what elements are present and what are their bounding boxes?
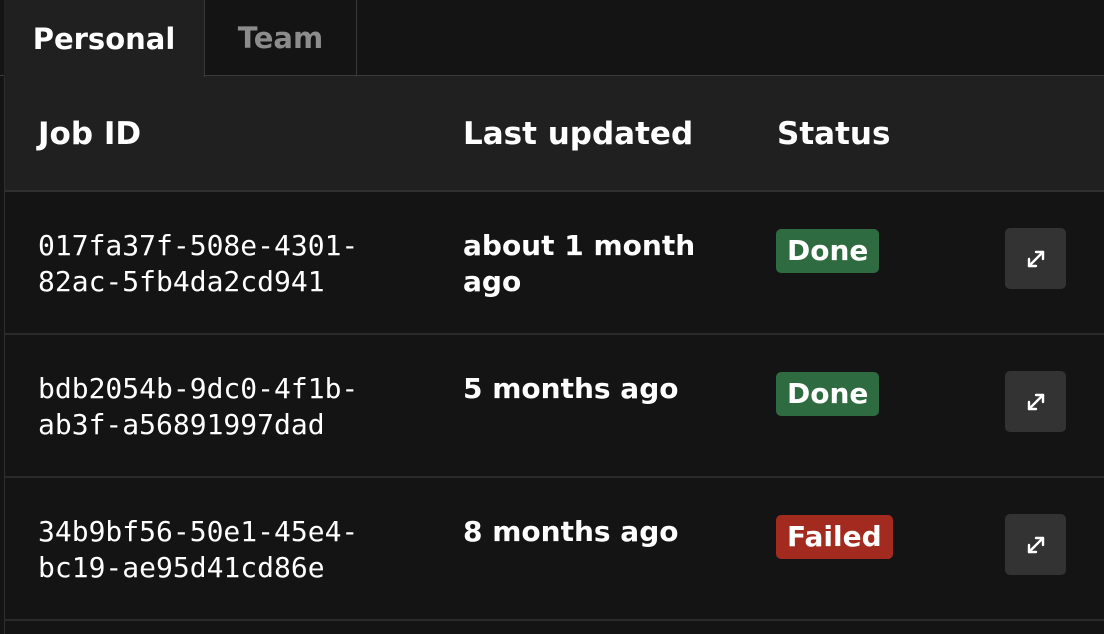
expand-button[interactable] (1005, 371, 1066, 432)
table-header: Job ID Last updated Status (5, 76, 1104, 192)
last-updated-cell: 5 months ago (463, 372, 679, 405)
expand-icon (1025, 391, 1047, 413)
job-id-line: 82ac-5fb4da2cd941 (38, 265, 325, 298)
table-row: 34b9bf56-50e1-45e4- bc19-ae95d41cd86e 8 … (5, 478, 1104, 621)
status-badge: Done (776, 372, 880, 416)
expand-button[interactable] (1005, 228, 1066, 289)
job-id-line: bc19-ae95d41cd86e (38, 551, 325, 584)
last-updated-cell: 8 months ago (463, 515, 679, 548)
tab-label: Team (237, 21, 324, 55)
jobs-page: Personal Team Job ID Last updated Status… (0, 0, 1104, 634)
column-header-job-id: Job ID (38, 116, 142, 152)
column-header-status: Status (777, 116, 891, 152)
last-updated-cell: about 1 month ago (463, 229, 696, 298)
status-badge: Done (776, 229, 880, 273)
job-id-line: 017fa37f-508e-4301- (38, 229, 359, 262)
tab-bar: Personal Team (0, 0, 1104, 77)
job-id-line: bdb2054b-9dc0-4f1b- (38, 372, 359, 405)
tab-team[interactable]: Team (205, 0, 357, 76)
job-id-line: 34b9bf56-50e1-45e4- (38, 515, 359, 548)
job-id-cell: 017fa37f-508e-4301- 82ac-5fb4da2cd941 (38, 228, 418, 300)
job-id-cell: 34b9bf56-50e1-45e4- bc19-ae95d41cd86e (38, 514, 418, 586)
table-row: bdb2054b-9dc0-4f1b- ab3f-a56891997dad 5 … (5, 335, 1104, 478)
jobs-table: Job ID Last updated Status 017fa37f-508e… (4, 76, 1104, 634)
tab-personal[interactable]: Personal (4, 0, 205, 77)
table-row: 017fa37f-508e-4301- 82ac-5fb4da2cd941 ab… (5, 192, 1104, 335)
job-id-line: ab3f-a56891997dad (38, 408, 325, 441)
status-badge: Failed (776, 515, 893, 559)
expand-button[interactable] (1005, 514, 1066, 575)
tab-label: Personal (32, 21, 176, 56)
expand-icon (1025, 534, 1047, 556)
job-id-cell: bdb2054b-9dc0-4f1b- ab3f-a56891997dad (38, 371, 418, 443)
expand-icon (1025, 248, 1047, 270)
column-header-last-updated: Last updated (463, 116, 694, 152)
